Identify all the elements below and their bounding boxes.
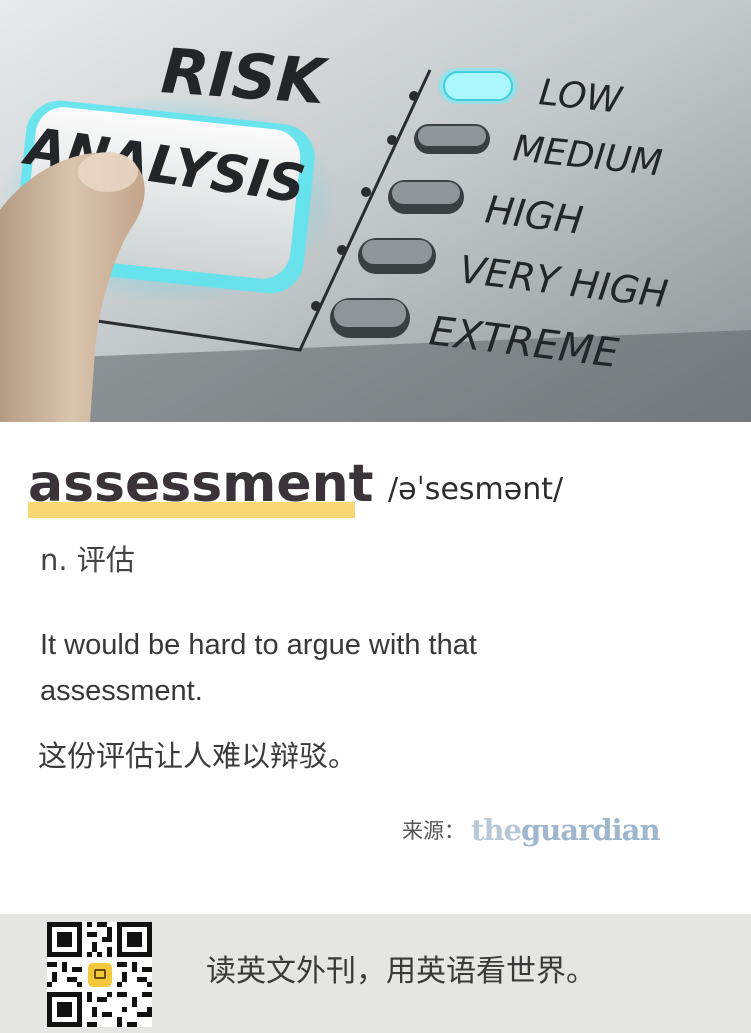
example-sentence-chinese: 这份评估让人难以辩驳。 <box>38 739 358 773</box>
qr-center-logo-icon <box>88 963 112 987</box>
footer-banner: 读英文外刊，用英语看世界。 <box>0 914 751 1033</box>
footer-slogan: 读英文外刊，用英语看世界。 <box>206 954 596 989</box>
level-medium <box>414 124 490 154</box>
level-very-high <box>358 238 436 274</box>
headword: assessment <box>28 454 374 514</box>
source-attribution: 来源： theguardian <box>402 812 661 848</box>
example-sentence-english: It would be hard to argue with that asse… <box>40 629 477 707</box>
guardian-logo-prefix: the <box>471 813 522 847</box>
phonetic: /əˈsesmənt/ <box>388 472 564 507</box>
level-low-label: LOW <box>537 72 625 122</box>
guardian-logo-main: guardian <box>520 813 661 847</box>
level-high <box>388 180 464 214</box>
level-extreme <box>330 298 410 338</box>
risk-analysis-illustration: RISK ANALYSIS LOW MEDIUM HIGH VERY HIGH … <box>0 0 751 422</box>
part-of-speech-definition: n. 评估 <box>40 543 135 577</box>
level-low <box>438 68 518 104</box>
guardian-logo: theguardian <box>471 813 661 847</box>
headword-row: assessment /əˈsesmənt/ <box>28 452 728 522</box>
qr-code[interactable] <box>47 922 152 1027</box>
hero-image: RISK ANALYSIS LOW MEDIUM HIGH VERY HIGH … <box>0 0 751 422</box>
source-label: 来源： <box>402 819 465 843</box>
